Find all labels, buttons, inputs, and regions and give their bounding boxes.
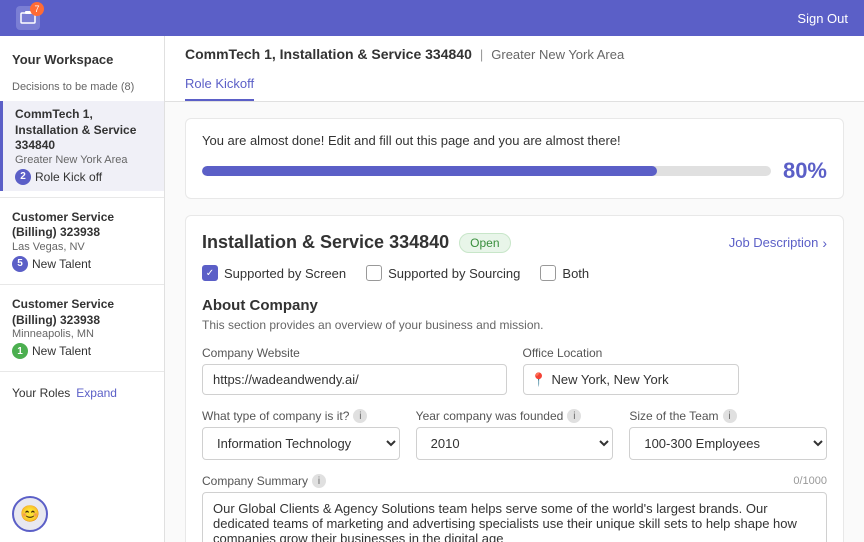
about-company-title: About Company (202, 297, 827, 314)
role-header: Installation & Service 334840 Open Job D… (202, 232, 827, 253)
sidebar: Your Workspace Decisions to be made (8) … (0, 36, 165, 542)
job-description-link[interactable]: Job Description › (729, 235, 827, 251)
progress-section: You are almost done! Edit and fill out t… (185, 118, 844, 199)
sidebar-item-badge-1: 2 Role Kick off (15, 169, 102, 185)
progress-percent: 80% (783, 158, 827, 184)
checkbox-both-label: Both (562, 266, 589, 281)
company-website-group: Company Website (202, 346, 507, 395)
company-summary-char-count: 0/1000 (793, 475, 827, 487)
sidebar-item-badge-2: 5 New Talent (12, 256, 91, 272)
badge-num-3: 1 (12, 343, 28, 359)
job-description-arrow-icon: › (822, 235, 827, 251)
role-status-badge: Open (459, 233, 510, 253)
team-size-select[interactable]: 100-300 Employees 1-50 Employees 300+ Em… (629, 427, 827, 460)
company-type-label: What type of company is it? i (202, 409, 400, 423)
checkbox-screen-label: Supported by Screen (224, 266, 346, 281)
sidebar-item-sub-3: Minneapolis, MN (12, 328, 152, 340)
role-title-row: Installation & Service 334840 Open (202, 232, 511, 253)
badge-num-2: 5 (12, 256, 28, 272)
office-location-group: Office Location 📍 (523, 346, 828, 395)
topbar-left: 7 (16, 6, 40, 30)
office-location-input[interactable] (523, 364, 739, 395)
location-icon: 📍 (531, 372, 547, 388)
company-summary-label: Company Summary i (202, 474, 326, 488)
year-founded-select[interactable]: 2010 2009 2011 (416, 427, 614, 460)
header-separator: | (480, 47, 483, 62)
role-card: Installation & Service 334840 Open Job D… (185, 215, 844, 542)
your-roles-label: Your Roles (12, 386, 70, 400)
about-company-desc: This section provides an overview of you… (202, 318, 827, 332)
decisions-label: Decisions to be made (8) (0, 77, 164, 101)
sidebar-roles: Your Roles Expand (0, 378, 164, 408)
expand-link[interactable]: Expand (76, 386, 117, 400)
content-tabs: Role Kickoff (185, 70, 844, 101)
checkbox-screen-box: ✓ (202, 265, 218, 281)
progress-bar-fill (202, 166, 657, 176)
checkboxes-row: ✓ Supported by Screen Supported by Sourc… (202, 265, 827, 281)
checkbox-supported-by-sourcing[interactable]: Supported by Sourcing (366, 265, 520, 281)
company-summary-textarea[interactable]: Our Global Clients & Agency Solutions te… (202, 492, 827, 542)
checkbox-both[interactable]: Both (540, 265, 589, 281)
team-size-group: Size of the Team i 100-300 Employees 1-5… (629, 409, 827, 460)
company-website-input[interactable] (202, 364, 507, 395)
sidebar-item-link-1[interactable]: Role Kick off (35, 170, 102, 184)
content-area: CommTech 1, Installation & Service 33484… (165, 36, 864, 542)
year-founded-label: Year company was founded i (416, 409, 614, 423)
office-location-input-wrapper: 📍 (523, 364, 828, 395)
company-website-label: Company Website (202, 346, 507, 360)
company-summary-info-icon[interactable]: i (312, 474, 326, 488)
company-website-row: Company Website Office Location 📍 (202, 346, 827, 395)
sidebar-item-link-2[interactable]: New Talent (32, 257, 91, 271)
sidebar-item-sub-2: Las Vegas, NV (12, 241, 152, 253)
checkbox-sourcing-box (366, 265, 382, 281)
sidebar-item-title-3: Customer Service (Billing) 323938 (12, 297, 152, 328)
content-header-subtitle: Greater New York Area (491, 47, 624, 62)
checkbox-both-box (540, 265, 556, 281)
sidebar-item-customer1[interactable]: Customer Service (Billing) 323938 Las Ve… (0, 204, 164, 278)
sidebar-item-commtech[interactable]: CommTech 1, Installation & Service 33484… (0, 101, 164, 191)
content-body: You are almost done! Edit and fill out t… (165, 102, 864, 542)
divider-2 (0, 284, 164, 285)
content-header: CommTech 1, Installation & Service 33484… (165, 36, 864, 102)
office-location-label: Office Location (523, 346, 828, 360)
tab-role-kickoff[interactable]: Role Kickoff (185, 70, 254, 101)
role-title: Installation & Service 334840 (202, 232, 449, 253)
sidebar-item-title-1: CommTech 1, Installation & Service 33484… (15, 107, 152, 154)
divider-3 (0, 371, 164, 372)
progress-bar-background (202, 166, 771, 176)
sidebar-item-link-3[interactable]: New Talent (32, 344, 91, 358)
progress-row: 80% (202, 158, 827, 184)
content-header-top: CommTech 1, Installation & Service 33484… (185, 46, 844, 70)
content-header-title: CommTech 1, Installation & Service 33484… (185, 46, 472, 62)
company-summary-group: Company Summary i 0/1000 Our Global Clie… (202, 474, 827, 542)
checkbox-supported-by-screen[interactable]: ✓ Supported by Screen (202, 265, 346, 281)
year-founded-info-icon[interactable]: i (567, 409, 581, 423)
sidebar-item-sub-1: Greater New York Area (15, 154, 152, 166)
checkbox-sourcing-label: Supported by Sourcing (388, 266, 520, 281)
company-type-select[interactable]: Information Technology Healthcare Financ… (202, 427, 400, 460)
company-type-group: What type of company is it? i Informatio… (202, 409, 400, 460)
signout-button[interactable]: Sign Out (797, 11, 848, 26)
avatar[interactable]: 😊 (12, 496, 48, 532)
sidebar-item-badge-3: 1 New Talent (12, 343, 91, 359)
progress-message: You are almost done! Edit and fill out t… (202, 133, 827, 148)
job-description-label: Job Description (729, 235, 819, 250)
year-founded-group: Year company was founded i 2010 2009 201… (416, 409, 614, 460)
sidebar-item-title-2: Customer Service (Billing) 323938 (12, 210, 152, 241)
workspace-label: Your Workspace (0, 48, 164, 77)
team-size-label: Size of the Team i (629, 409, 827, 423)
sidebar-item-customer2[interactable]: Customer Service (Billing) 323938 Minnea… (0, 291, 164, 365)
badge-num-1: 2 (15, 169, 31, 185)
topbar: 7 Sign Out (0, 0, 864, 36)
main-layout: Your Workspace Decisions to be made (8) … (0, 36, 864, 542)
divider-1 (0, 197, 164, 198)
team-size-info-icon[interactable]: i (723, 409, 737, 423)
company-type-info-icon[interactable]: i (353, 409, 367, 423)
app-icon: 7 (16, 6, 40, 30)
notification-badge: 7 (30, 2, 44, 16)
about-company-section: About Company This section provides an o… (202, 297, 827, 542)
company-details-row: What type of company is it? i Informatio… (202, 409, 827, 460)
